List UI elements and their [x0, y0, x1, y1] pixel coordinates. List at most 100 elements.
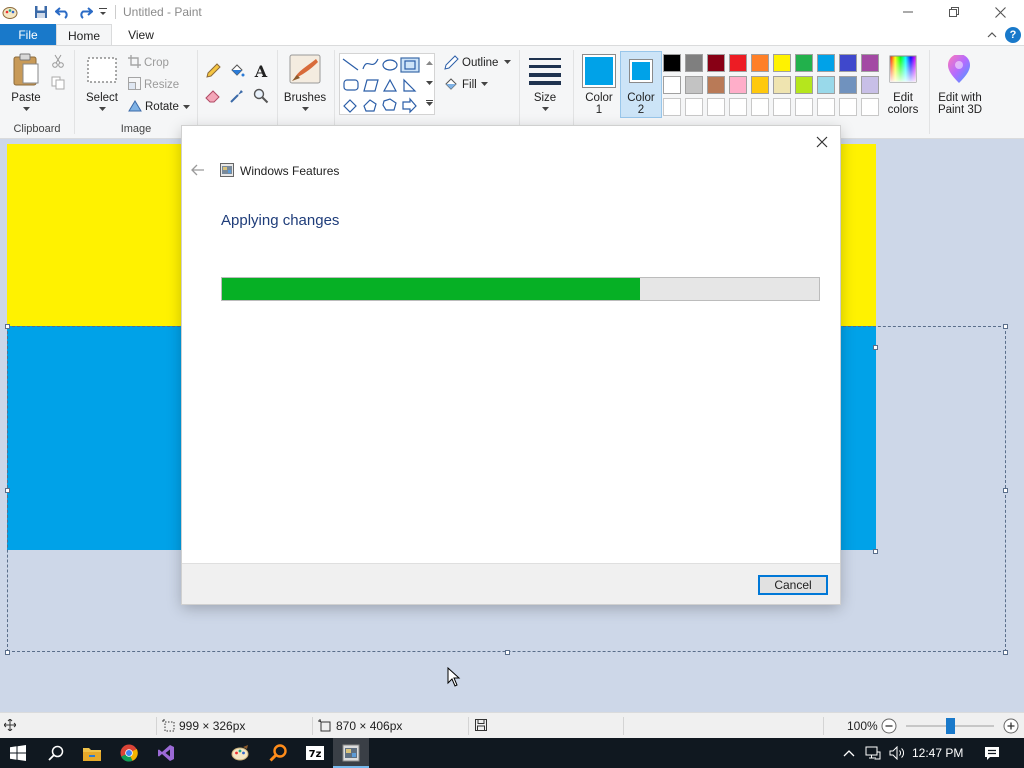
color-picker-icon[interactable]	[229, 88, 245, 104]
file-explorer-icon[interactable]	[74, 738, 110, 768]
select-dropdown-icon[interactable]	[98, 106, 106, 112]
edit-colors-label[interactable]: Edit	[880, 92, 926, 104]
search-icon[interactable]	[38, 738, 74, 768]
palette-swatch[interactable]	[839, 76, 857, 94]
7zip-icon[interactable]: 7z	[297, 738, 333, 768]
paint-taskbar-icon[interactable]	[222, 738, 258, 768]
select-label[interactable]: Select	[82, 92, 122, 104]
palette-swatch-custom-empty[interactable]	[751, 98, 769, 116]
paint3d-label[interactable]: Edit with	[932, 92, 988, 104]
outline-icon[interactable]	[443, 55, 459, 71]
palette-swatch[interactable]	[751, 76, 769, 94]
palette-swatch[interactable]	[773, 76, 791, 94]
palette-swatch[interactable]	[729, 54, 747, 72]
eraser-icon[interactable]	[205, 88, 221, 104]
minimize-button[interactable]	[885, 0, 931, 24]
paint-app-icon[interactable]	[2, 3, 18, 21]
palette-swatch-custom-empty[interactable]	[861, 98, 879, 116]
tab-file[interactable]: File	[0, 24, 56, 46]
brushes-icon[interactable]	[287, 52, 323, 86]
zoom-slider-thumb[interactable]	[946, 718, 955, 734]
outline-dropdown-icon[interactable]	[503, 59, 511, 65]
paste-label[interactable]: Paste	[6, 92, 46, 104]
selection-handle[interactable]	[1003, 488, 1008, 493]
paint3d-icon[interactable]	[944, 54, 974, 86]
palette-swatch-custom-empty[interactable]	[817, 98, 835, 116]
palette-swatch[interactable]	[839, 54, 857, 72]
selection-handle[interactable]	[5, 488, 10, 493]
palette-swatch-custom-empty[interactable]	[663, 98, 681, 116]
palette-swatch[interactable]	[707, 54, 725, 72]
chrome-icon[interactable]	[111, 738, 147, 768]
size-icon[interactable]	[528, 54, 562, 86]
visual-studio-icon[interactable]	[148, 738, 184, 768]
taskbar-clock[interactable]: 12:47 PM	[912, 746, 963, 760]
network-icon[interactable]	[862, 738, 884, 768]
resize-label[interactable]: Resize	[144, 79, 179, 91]
rotate-icon[interactable]	[128, 99, 142, 112]
redo-icon[interactable]	[76, 3, 94, 21]
paste-icon[interactable]	[10, 52, 42, 88]
palette-swatch[interactable]	[663, 54, 681, 72]
rotate-label[interactable]: Rotate	[145, 101, 179, 113]
color2-swatch[interactable]	[629, 59, 653, 83]
copy-icon[interactable]	[51, 76, 65, 90]
palette-swatch[interactable]	[773, 54, 791, 72]
palette-swatch[interactable]	[817, 54, 835, 72]
size-dropdown-icon[interactable]	[541, 106, 549, 112]
cut-icon[interactable]	[51, 54, 65, 68]
palette-swatch[interactable]	[861, 54, 879, 72]
fill-icon[interactable]	[443, 77, 459, 93]
volume-icon[interactable]	[886, 738, 908, 768]
text-tool-icon[interactable]: A	[253, 62, 269, 81]
collapse-ribbon-icon[interactable]	[985, 28, 999, 42]
color1-swatch[interactable]	[582, 54, 616, 88]
edit-colors-icon[interactable]	[888, 54, 918, 84]
palette-swatch[interactable]	[795, 76, 813, 94]
windows-features-taskbar-icon[interactable]	[333, 738, 369, 768]
selection-handle[interactable]	[1003, 650, 1008, 655]
dialog-close-button[interactable]	[812, 132, 832, 152]
color2-label[interactable]: Color	[620, 92, 662, 104]
tab-home[interactable]: Home	[56, 24, 112, 46]
palette-swatch[interactable]	[685, 76, 703, 94]
palette-swatch[interactable]	[861, 76, 879, 94]
color1-label[interactable]: Color	[578, 92, 620, 104]
shapes-more-icon[interactable]	[425, 99, 433, 107]
palette-swatch-custom-empty[interactable]	[839, 98, 857, 116]
palette-swatch[interactable]	[817, 76, 835, 94]
crop-label[interactable]: Crop	[144, 57, 169, 69]
palette-swatch[interactable]	[685, 54, 703, 72]
search-app-icon[interactable]	[260, 738, 296, 768]
size-label[interactable]: Size	[525, 92, 565, 104]
paste-dropdown-icon[interactable]	[22, 106, 30, 112]
palette-swatch[interactable]	[663, 76, 681, 94]
palette-swatch[interactable]	[729, 76, 747, 94]
resize-icon[interactable]	[128, 77, 141, 90]
magnifier-icon[interactable]	[253, 88, 269, 104]
outline-label[interactable]: Outline	[462, 57, 498, 69]
start-button-icon[interactable]	[0, 738, 36, 768]
palette-swatch[interactable]	[795, 54, 813, 72]
fill-label[interactable]: Fill	[462, 79, 477, 91]
selection-handle[interactable]	[5, 650, 10, 655]
palette-swatch-custom-empty[interactable]	[685, 98, 703, 116]
zoom-in-button[interactable]	[1003, 718, 1019, 734]
back-arrow-icon[interactable]	[190, 163, 206, 177]
selection-handle[interactable]	[505, 650, 510, 655]
customize-quick-access-icon[interactable]	[97, 3, 109, 21]
save-icon[interactable]	[32, 3, 50, 21]
crop-icon[interactable]	[128, 55, 141, 68]
tab-view[interactable]: View	[114, 24, 168, 46]
brushes-dropdown-icon[interactable]	[301, 106, 309, 112]
help-icon[interactable]: ?	[1005, 27, 1021, 43]
palette-swatch-custom-empty[interactable]	[729, 98, 747, 116]
select-icon[interactable]	[86, 56, 118, 84]
undo-icon[interactable]	[54, 3, 72, 21]
selection-handle[interactable]	[1003, 324, 1008, 329]
show-hidden-icons-icon[interactable]	[838, 738, 860, 768]
shapes-scroll-down-icon[interactable]	[425, 79, 433, 87]
palette-swatch[interactable]	[707, 76, 725, 94]
restore-button[interactable]	[931, 0, 977, 24]
palette-swatch-custom-empty[interactable]	[773, 98, 791, 116]
